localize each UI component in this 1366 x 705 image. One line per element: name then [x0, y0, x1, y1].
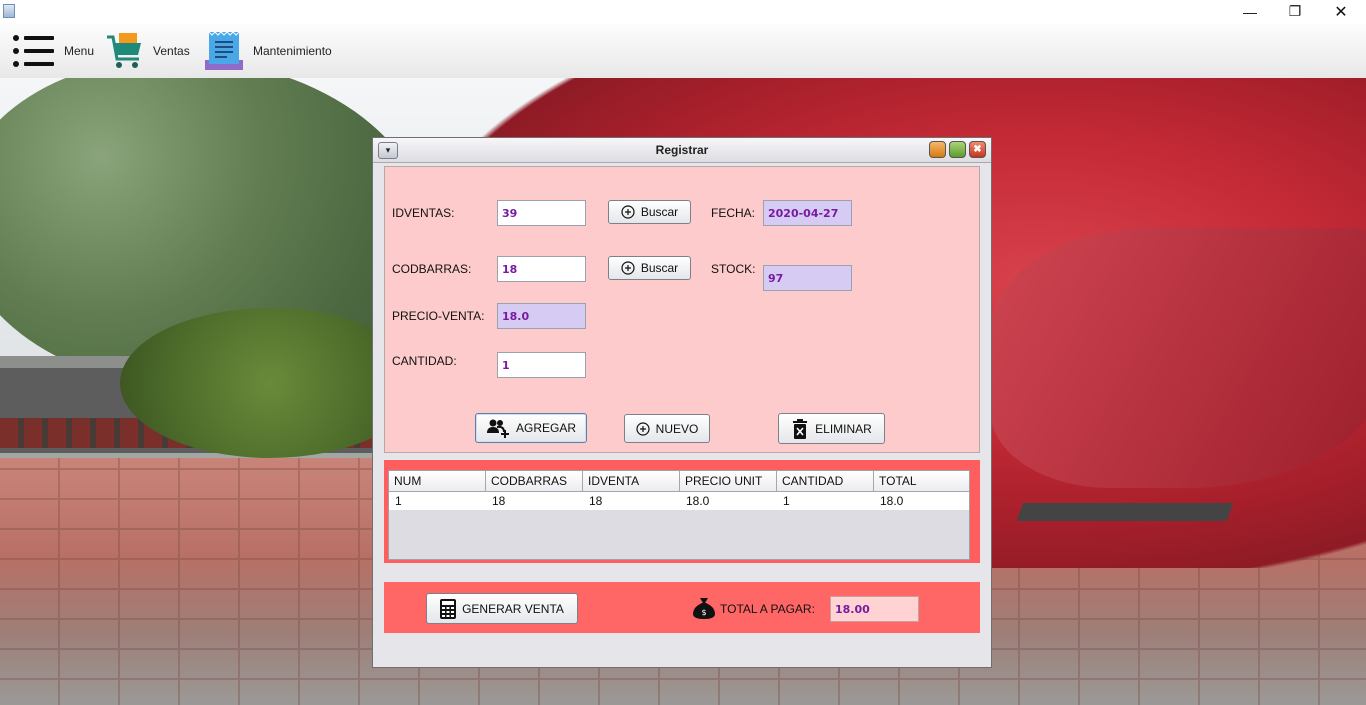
nuevo-label: NUEVO [655, 421, 699, 436]
buscar-producto-button[interactable]: Buscar [608, 256, 691, 280]
eliminar-button[interactable]: ELIMINAR [778, 413, 885, 444]
column-header-total[interactable]: TOTAL [874, 471, 969, 492]
total-a-pagar-label: TOTAL A PAGAR: [720, 602, 815, 616]
stock-label: STOCK: [711, 262, 756, 276]
stock-field[interactable]: 97 [763, 265, 852, 291]
frame-close-button[interactable]: ✖ [969, 141, 986, 158]
nuevo-button[interactable]: NUEVO [624, 414, 710, 443]
hamburger-menu-icon [13, 34, 54, 67]
generar-venta-label: GENERAR VENTA [462, 601, 564, 616]
menu-bar: Menu Ventas Mantenimiento [0, 23, 1366, 79]
frame-minimize-button[interactable] [929, 141, 946, 158]
fecha-field[interactable]: 2020-04-27 [763, 200, 852, 226]
trash-icon [791, 418, 809, 439]
svg-text:$: $ [701, 608, 706, 617]
plus-circle-icon [621, 205, 635, 219]
cantidad-label: CANTIDAD: [392, 354, 457, 368]
column-header-precio-unit[interactable]: PRECIO UNIT [680, 471, 777, 492]
calculator-icon [440, 598, 457, 619]
add-user-icon [486, 418, 510, 438]
window-minimize-button[interactable]: — [1227, 0, 1273, 23]
plus-circle-icon [636, 421, 650, 436]
table-cell: 1 [395, 494, 402, 508]
menu-item-ventas[interactable]: Ventas [105, 23, 190, 78]
menu-label: Menu [64, 43, 95, 58]
total-a-pagar-field[interactable]: 18.00 [830, 596, 919, 622]
buscar-venta-button[interactable]: Buscar [608, 200, 691, 224]
frame-maximize-button[interactable] [949, 141, 966, 158]
agregar-label: AGREGAR [515, 421, 576, 435]
mantenimiento-label: Mantenimiento [253, 43, 332, 58]
idventas-label: IDVENTAS: [392, 206, 455, 220]
menu-item-mantenimiento[interactable]: Mantenimiento [203, 23, 332, 78]
codbarras-field[interactable]: 18 [497, 256, 586, 282]
eliminar-label: ELIMINAR [815, 421, 872, 436]
agregar-button[interactable]: AGREGAR [475, 413, 587, 443]
window-restore-button[interactable]: ❐ [1272, 0, 1318, 23]
receipt-icon [205, 30, 243, 70]
money-bag-icon: $ [693, 598, 715, 619]
codbarras-label: CODBARRAS: [392, 262, 472, 276]
ventas-label: Ventas [153, 43, 190, 58]
column-header-idventa[interactable]: IDVENTA [583, 471, 680, 492]
table-cell: 18.0 [880, 494, 904, 508]
buscar-venta-label: Buscar [640, 205, 679, 219]
window-close-button[interactable]: ✕ [1318, 0, 1364, 23]
fecha-label: FECHA: [711, 206, 756, 220]
generar-venta-button[interactable]: GENERAR VENTA [426, 593, 578, 624]
table-cell: 1 [783, 494, 790, 508]
buscar-producto-label: Buscar [640, 261, 679, 275]
internal-frame-title-bar[interactable]: ▾ Registrar ✖ [373, 138, 991, 163]
table-cell: 18.0 [686, 494, 710, 508]
column-header-cantidad[interactable]: CANTIDAD [777, 471, 874, 492]
column-header-num[interactable]: NUM [389, 471, 486, 492]
menu-item-menu[interactable]: Menu [12, 23, 94, 78]
java-app-icon [3, 4, 15, 18]
table-cell: 18 [589, 494, 603, 508]
precio-venta-field[interactable]: 18.0 [497, 303, 586, 329]
window-title-bar: — ❐ ✕ [0, 0, 1366, 23]
plus-circle-icon [621, 261, 635, 275]
column-header-codbarras[interactable]: CODBARRAS [486, 471, 583, 492]
dialog-title: Registrar [655, 143, 709, 157]
idventas-field[interactable]: 39 [497, 200, 586, 226]
table-cell: 18 [492, 494, 506, 508]
cantidad-field[interactable]: 1 [497, 352, 586, 378]
precio-venta-label: PRECIO-VENTA: [392, 309, 485, 323]
shopping-cart-icon [107, 32, 141, 68]
